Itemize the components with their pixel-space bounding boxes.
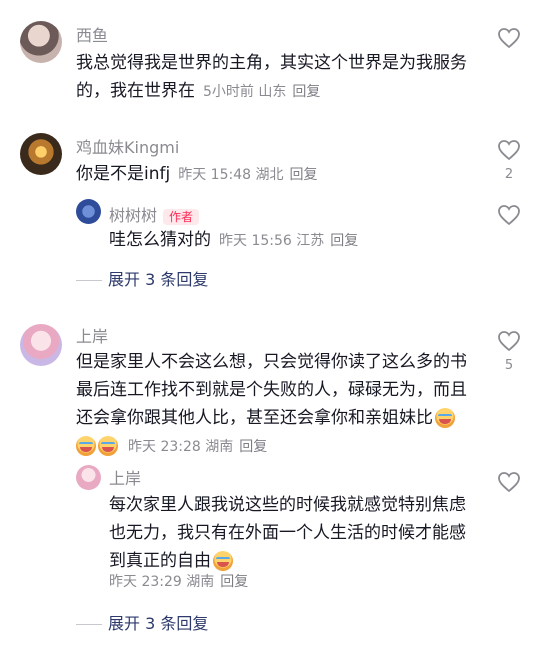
comment-meta: 昨天 15:48 湖北 回复	[178, 167, 318, 183]
heart-icon[interactable]	[497, 330, 521, 352]
heart-icon[interactable]	[497, 471, 521, 493]
comment-author[interactable]: 鸡血妹Kingmi	[76, 134, 179, 158]
crying-face-emoji-icon	[435, 408, 455, 428]
heart-icon[interactable]	[497, 204, 521, 226]
avatar[interactable]	[20, 133, 62, 175]
comment-author[interactable]: 西鱼	[76, 22, 108, 46]
avatar[interactable]	[76, 465, 101, 490]
reply-button[interactable]: 回复	[289, 167, 317, 183]
heart-icon[interactable]	[497, 27, 521, 49]
like-count: 5	[504, 358, 514, 373]
crying-face-emoji-icon	[76, 436, 96, 456]
crying-face-emoji-icon	[98, 436, 118, 456]
expand-replies-button[interactable]: 展开 3 条回复	[76, 266, 208, 290]
divider	[76, 624, 102, 625]
reply-author[interactable]: 树树树	[109, 206, 157, 225]
comment-meta: 5小时前 山东 回复	[203, 84, 321, 100]
comment-meta: 昨天 23:28 湖南 回复	[128, 439, 268, 455]
reply-text: 每次家里人跟我说这些的时候我就感觉特别焦虑也无力，我只有在外面一个人生活的时候才…	[109, 495, 466, 571]
reply-author-row: 树树树 作者	[109, 202, 200, 226]
heart-icon[interactable]	[497, 139, 521, 161]
reply-button[interactable]: 回复	[220, 574, 248, 590]
author-tag: 作者	[163, 209, 200, 225]
comment-text: 我总觉得我是世界的主角，其实这个世界是为我服务的，我在世界在 5小时前 山东 回复	[76, 53, 467, 101]
like-count: 2	[504, 167, 514, 182]
reply-button[interactable]: 回复	[292, 84, 320, 100]
crying-face-emoji-icon	[213, 551, 233, 571]
reply-text: 哇怎么猜对的 昨天 15:56 江苏 回复	[109, 230, 359, 250]
comment-text: 但是家里人不会这么想，只会觉得你读了这么多的书最后连工作找不到就是个失败的人，碌…	[76, 352, 467, 456]
reply-meta: 昨天 23:29 湖南 回复	[109, 574, 249, 590]
comment-author[interactable]: 上岸	[76, 323, 108, 347]
expand-replies-button[interactable]: 展开 3 条回复	[76, 610, 208, 634]
reply-author[interactable]: 上岸	[109, 465, 141, 489]
divider	[76, 280, 102, 281]
reply-button[interactable]: 回复	[239, 439, 267, 455]
avatar[interactable]	[20, 21, 62, 63]
reply-button[interactable]: 回复	[330, 233, 358, 249]
reply-meta: 昨天 15:56 江苏 回复	[219, 233, 359, 249]
avatar[interactable]	[20, 324, 62, 366]
avatar[interactable]	[76, 199, 101, 224]
comment-text: 你是不是infj 昨天 15:48 湖北 回复	[76, 164, 318, 184]
